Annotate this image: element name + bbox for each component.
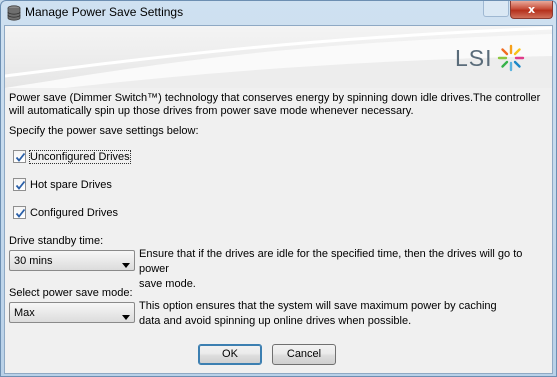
checkmark-icon (15, 152, 26, 162)
description-line: will automatically spin up those drives … (9, 105, 414, 117)
header-banner: LSI (5, 26, 552, 88)
power-save-mode-hint: This option ensures that the system will… (139, 299, 497, 329)
specify-label: Specify the power save settings below: (9, 125, 199, 137)
database-icon (7, 5, 21, 21)
lsi-logo: LSI (455, 44, 525, 72)
power-save-mode-select[interactable]: Max (9, 302, 135, 323)
chevron-down-icon (122, 311, 130, 323)
power-save-mode-value: Max (14, 307, 35, 319)
checkbox-label: Configured Drives (30, 206, 119, 219)
close-button[interactable]: x (510, 1, 553, 19)
checkbox-label: Unconfigured Drives (29, 149, 131, 164)
standby-time-hint: Ensure that if the drives are idle for t… (139, 247, 552, 292)
checkbox[interactable] (13, 150, 26, 163)
chevron-down-icon (122, 259, 130, 271)
checkbox-unconfigured-drives[interactable]: Unconfigured Drives (13, 149, 131, 164)
title-bar-button (483, 1, 509, 17)
checkbox[interactable] (13, 178, 26, 191)
settings-panel: Power save (Dimmer Switch™) technology t… (5, 88, 552, 373)
dialog-body: LSI Power save (Dimmer Switch™) technolo… (4, 25, 553, 374)
cancel-button[interactable]: Cancel (272, 344, 336, 365)
dialog-window: Manage Power Save Settings x LSI Power s… (0, 0, 557, 377)
description: Power save (Dimmer Switch™) technology t… (9, 92, 555, 118)
checkmark-icon (15, 208, 26, 218)
standby-time-select[interactable]: 30 mins (9, 250, 135, 271)
lsi-starburst-icon (497, 44, 525, 72)
standby-time-label: Drive standby time: (9, 235, 104, 247)
checkbox-configured-drives[interactable]: Configured Drives (13, 206, 118, 219)
checkbox-label: Hot spare Drives (30, 178, 112, 191)
window-title: Manage Power Save Settings (25, 5, 184, 19)
checkbox[interactable] (13, 206, 26, 219)
checkmark-icon (15, 180, 26, 190)
hint-line: data and avoid spinning up online drives… (139, 315, 412, 327)
close-icon: x (527, 3, 536, 16)
hint-line: Ensure that if the drives are idle for t… (139, 248, 523, 275)
power-save-mode-label: Select power save mode: (9, 287, 133, 299)
hint-line: This option ensures that the system will… (139, 300, 497, 312)
description-line: Power save (Dimmer Switch™) technology t… (9, 92, 541, 104)
logo-text: LSI (455, 44, 493, 71)
standby-time-value: 30 mins (14, 255, 53, 267)
title-bar[interactable]: Manage Power Save Settings x (1, 1, 556, 25)
hint-line: save mode. (139, 278, 196, 290)
checkbox-hot-spare-drives[interactable]: Hot spare Drives (13, 178, 112, 191)
ok-button[interactable]: OK (198, 344, 262, 365)
